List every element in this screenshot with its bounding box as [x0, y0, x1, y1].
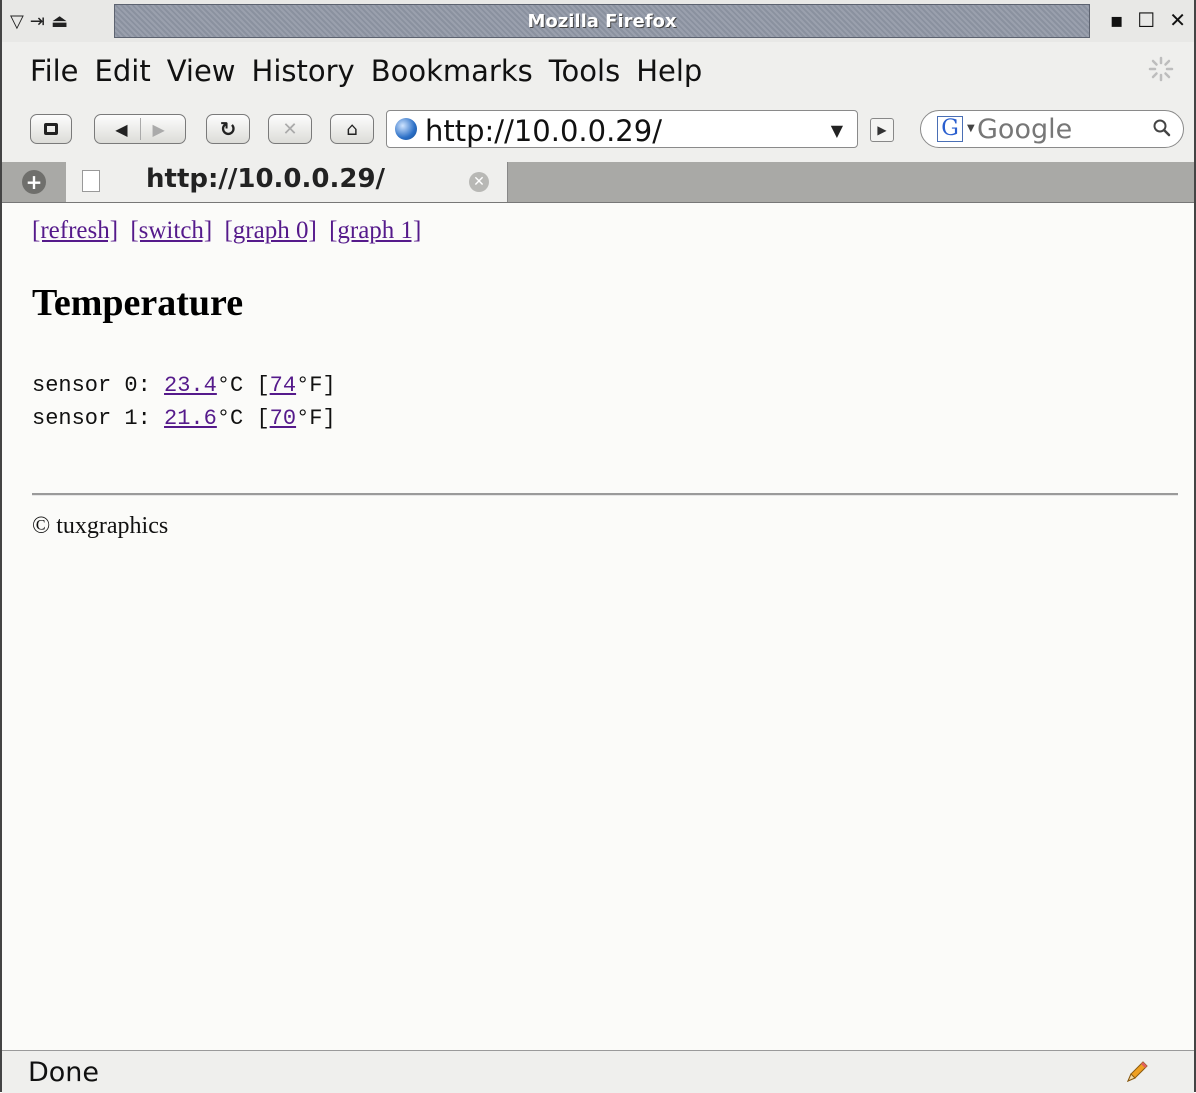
back-icon[interactable]: ◀ — [103, 120, 139, 139]
close-icon[interactable]: ✕ — [1169, 8, 1186, 32]
eject-icon[interactable]: ⏏ — [51, 11, 68, 32]
refresh-link[interactable]: [refresh] — [32, 217, 118, 244]
minimize-icon[interactable]: ▪ — [1110, 8, 1124, 32]
sensor-1-fahrenheit-link[interactable]: 70 — [270, 406, 296, 431]
search-input[interactable]: Google — [977, 114, 1072, 145]
search-bar[interactable]: G ▼ Google — [920, 110, 1184, 148]
url-dropdown-icon[interactable]: ▼ — [831, 121, 843, 140]
go-icon: ▶ — [877, 123, 887, 137]
page-title: Temperature — [32, 282, 244, 324]
nav-links: [refresh] [switch] [graph 0] [graph 1] — [32, 217, 427, 245]
sensor-1-celsius-link[interactable]: 21.6 — [164, 406, 217, 431]
sensor-row: sensor 0: 23.4°C [74°F] — [32, 369, 336, 402]
window-title: Mozilla Firefox — [527, 11, 677, 32]
window-right-controls: ▪ ☐ ✕ — [1110, 8, 1186, 32]
back-forward-group: ◀ ▶ — [94, 114, 186, 144]
fahrenheit-unit: °F] — [296, 373, 336, 398]
menu-file[interactable]: File — [22, 54, 87, 88]
status-text: Done — [28, 1057, 100, 1088]
fahrenheit-unit: °F] — [296, 406, 336, 431]
url-bar[interactable]: http://10.0.0.29/ ▼ — [386, 110, 858, 148]
reload-icon: ↻ — [219, 117, 237, 141]
window-left-controls: ▽ ⇥ ⏏ — [10, 8, 68, 34]
title-drag-area[interactable]: Mozilla Firefox — [114, 4, 1090, 38]
graph-0-link[interactable]: [graph 0] — [224, 217, 316, 244]
tab-label: http://10.0.0.29/ — [146, 164, 386, 194]
menu-tools[interactable]: Tools — [541, 54, 628, 88]
home-button[interactable]: ⌂ — [330, 114, 374, 144]
engine-dropdown-icon[interactable]: ▼ — [967, 123, 975, 134]
new-tab-icon[interactable]: + — [22, 170, 46, 194]
sensor-0-celsius-link[interactable]: 23.4 — [164, 373, 217, 398]
menu-edit[interactable]: Edit — [87, 54, 159, 88]
new-window-icon — [44, 123, 58, 135]
stop-icon: ✕ — [282, 118, 298, 140]
celsius-unit: °C [ — [216, 373, 270, 398]
new-window-button[interactable] — [30, 114, 72, 144]
menu-view[interactable]: View — [159, 54, 244, 88]
forward-icon[interactable]: ▶ — [141, 120, 177, 139]
pencil-icon[interactable] — [1124, 1059, 1150, 1085]
tab-current[interactable]: http://10.0.0.29/ ✕ — [66, 162, 508, 202]
url-text[interactable]: http://10.0.0.29/ — [425, 114, 662, 148]
menu-bookmarks[interactable]: Bookmarks — [363, 54, 541, 88]
browser-window: ▽ ⇥ ⏏ Mozilla Firefox ▪ ☐ ✕ File Edit Vi… — [0, 0, 1196, 1093]
title-bar: ▽ ⇥ ⏏ Mozilla Firefox ▪ ☐ ✕ — [2, 0, 1194, 43]
stop-button[interactable]: ✕ — [268, 114, 312, 144]
google-engine-icon[interactable]: G — [937, 116, 963, 142]
shade-icon[interactable]: ⇥ — [30, 11, 45, 32]
reload-button[interactable]: ↻ — [206, 114, 250, 144]
page-icon — [82, 170, 100, 192]
switch-link[interactable]: [switch] — [130, 217, 212, 244]
status-bar: Done — [2, 1050, 1194, 1093]
page-content: [refresh] [switch] [graph 0] [graph 1] T… — [4, 203, 1192, 1049]
sensor-row: sensor 1: 21.6°C [70°F] — [32, 402, 336, 435]
menu-history[interactable]: History — [244, 54, 363, 88]
copyright-footer: © tuxgraphics — [32, 513, 169, 539]
throbber-icon — [1148, 56, 1174, 82]
window-menu-icon[interactable]: ▽ — [10, 11, 24, 32]
tab-close-icon[interactable]: ✕ — [469, 172, 489, 192]
menu-help[interactable]: Help — [628, 54, 710, 88]
sensor-label: sensor 1: — [32, 406, 151, 431]
menu-bar: File Edit View History Bookmarks Tools H… — [2, 42, 1194, 99]
sensor-0-fahrenheit-link[interactable]: 74 — [270, 373, 296, 398]
horizontal-rule — [32, 493, 1178, 496]
graph-1-link[interactable]: [graph 1] — [329, 217, 421, 244]
site-globe-icon — [395, 118, 417, 140]
sensor-readings: sensor 0: 23.4°C [74°F] sensor 1: 21.6°C… — [32, 369, 336, 435]
go-button[interactable]: ▶ — [870, 118, 894, 142]
navigation-toolbar: ◀ ▶ ↻ ✕ ⌂ http://10.0.0.29/ ▼ ▶ G ▼ Goog… — [2, 98, 1194, 163]
tab-bar: + http://10.0.0.29/ ✕ — [2, 162, 1194, 203]
search-icon[interactable] — [1153, 119, 1171, 142]
celsius-unit: °C [ — [216, 406, 270, 431]
home-icon: ⌂ — [346, 118, 358, 140]
sensor-label: sensor 0: — [32, 373, 151, 398]
maximize-icon[interactable]: ☐ — [1137, 8, 1155, 32]
